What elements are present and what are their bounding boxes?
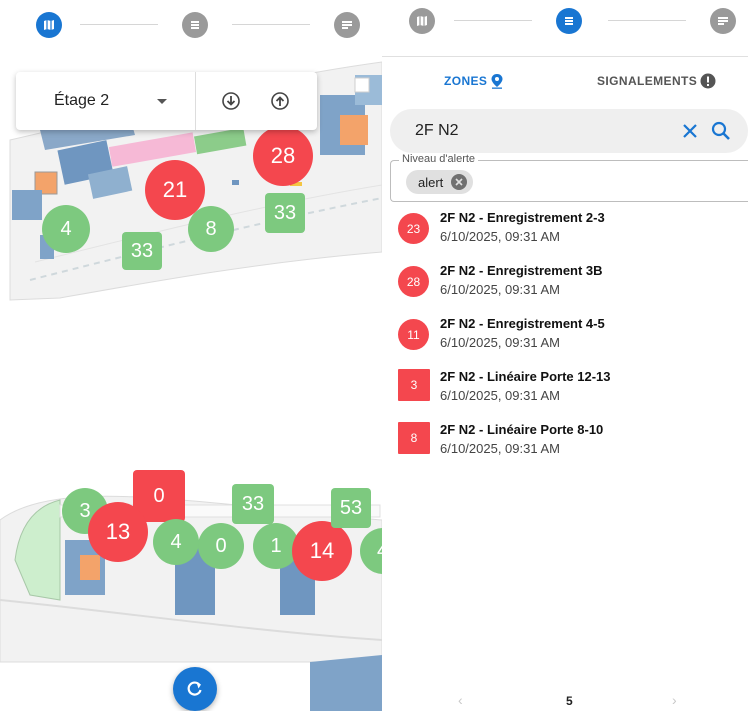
- floor-up-button[interactable]: [268, 89, 292, 113]
- chip-remove-button[interactable]: [451, 174, 468, 190]
- search-icon: [711, 121, 730, 140]
- floor-selector-card: Étage 2: [16, 72, 317, 130]
- arrow-up-circle-icon: [271, 92, 289, 110]
- chevron-down-icon: [157, 99, 167, 104]
- list-item[interactable]: 3 2F N2 - Linéaire Porte 12-13 6/10/2025…: [382, 364, 748, 412]
- map-marker[interactable]: 33: [265, 193, 305, 233]
- list-item-date: 6/10/2025, 09:31 AM: [440, 229, 560, 244]
- panel-stepper: [382, 0, 748, 48]
- map-marker[interactable]: 0: [198, 523, 244, 569]
- list-item-date: 6/10/2025, 09:31 AM: [440, 441, 560, 456]
- clear-search-button[interactable]: [680, 121, 700, 141]
- map-icon[interactable]: [36, 12, 62, 38]
- list-icon[interactable]: [556, 8, 582, 34]
- alert-count-badge: 28: [398, 266, 429, 297]
- divider: [382, 56, 748, 57]
- alert-level-filter[interactable]: Niveau d'alerte alert: [390, 153, 748, 202]
- next-page-button[interactable]: ›: [672, 692, 677, 708]
- alert-circle-icon: [700, 73, 716, 89]
- close-icon: [683, 124, 697, 138]
- list-item-date: 6/10/2025, 09:31 AM: [440, 282, 560, 297]
- map-marker[interactable]: 4: [153, 519, 199, 565]
- map-marker[interactable]: 8: [188, 206, 234, 252]
- floor-select-value: Étage 2: [54, 92, 110, 109]
- filter-chip-label: alert: [418, 174, 444, 190]
- panel-tabs: ZONES SIGNALEMENTS: [382, 62, 748, 100]
- tab-signalements-label: SIGNALEMENTS: [597, 74, 698, 88]
- list-item-date: 6/10/2025, 09:31 AM: [440, 335, 560, 350]
- prev-page-button[interactable]: ‹: [458, 692, 463, 708]
- list-item-title: 2F N2 - Enregistrement 3B: [440, 263, 603, 278]
- filter-legend: Niveau d'alerte: [399, 153, 479, 165]
- alert-count-badge: 8: [398, 422, 430, 454]
- stepper-line: [454, 20, 532, 21]
- alert-count-badge: 11: [398, 319, 429, 350]
- list-item-title: 2F N2 - Linéaire Porte 8-10: [440, 422, 604, 437]
- list-item[interactable]: 23 2F N2 - Enregistrement 2-3 6/10/2025,…: [382, 205, 748, 253]
- close-icon: [455, 178, 463, 186]
- map-stepper: [0, 0, 382, 52]
- list-item-title: 2F N2 - Linéaire Porte 12-13: [440, 369, 611, 384]
- map-marker[interactable]: 4: [42, 205, 90, 253]
- results-panel: ZONES SIGNALEMENTS Niv: [382, 0, 748, 711]
- pagination: ‹ 5 ›: [382, 690, 748, 710]
- filter-chip: alert: [406, 170, 474, 194]
- list-item[interactable]: 28 2F N2 - Enregistrement 3B 6/10/2025, …: [382, 258, 748, 306]
- stepper-line: [232, 24, 310, 25]
- list-icon[interactable]: [182, 12, 208, 38]
- alert-count-badge: 23: [398, 213, 429, 244]
- list-item-title: 2F N2 - Enregistrement 2-3: [440, 210, 605, 225]
- search-input[interactable]: [415, 119, 665, 143]
- location-pin-icon: [490, 73, 504, 89]
- floor-select[interactable]: Étage 2: [16, 72, 196, 130]
- map-view[interactable]: Étage 2 28 21 4 33 8 33 3 0 13 4 0 33 1 …: [0, 0, 382, 711]
- refresh-button[interactable]: [173, 667, 217, 711]
- report-icon[interactable]: [710, 8, 736, 34]
- tab-zones[interactable]: ZONES: [444, 62, 504, 100]
- list-item[interactable]: 8 2F N2 - Linéaire Porte 8-10 6/10/2025,…: [382, 417, 748, 465]
- map-marker[interactable]: 33: [122, 232, 162, 270]
- tab-zones-label: ZONES: [444, 74, 488, 88]
- map-marker[interactable]: 53: [331, 488, 371, 528]
- stepper-line: [80, 24, 158, 25]
- app-root: Étage 2 28 21 4 33 8 33 3 0 13 4 0 33 1 …: [0, 0, 748, 711]
- map-marker[interactable]: 13: [88, 502, 148, 562]
- arrow-down-circle-icon: [222, 92, 240, 110]
- map-marker[interactable]: 28: [253, 126, 313, 186]
- list-item[interactable]: 11 2F N2 - Enregistrement 4-5 6/10/2025,…: [382, 311, 748, 359]
- current-page: 5: [566, 694, 573, 708]
- alert-count-badge: 3: [398, 369, 430, 401]
- stepper-line: [608, 20, 686, 21]
- list-item-date: 6/10/2025, 09:31 AM: [440, 388, 560, 403]
- list-item-title: 2F N2 - Enregistrement 4-5: [440, 316, 605, 331]
- search-button[interactable]: [710, 120, 732, 142]
- map-marker[interactable]: 33: [232, 484, 274, 524]
- refresh-icon: [187, 681, 202, 696]
- map-icon[interactable]: [409, 8, 435, 34]
- tab-signalements[interactable]: SIGNALEMENTS: [597, 62, 716, 100]
- search-bar: [390, 109, 748, 153]
- map-marker[interactable]: 14: [292, 521, 352, 581]
- report-icon[interactable]: [334, 12, 360, 38]
- floor-down-button[interactable]: [219, 89, 243, 113]
